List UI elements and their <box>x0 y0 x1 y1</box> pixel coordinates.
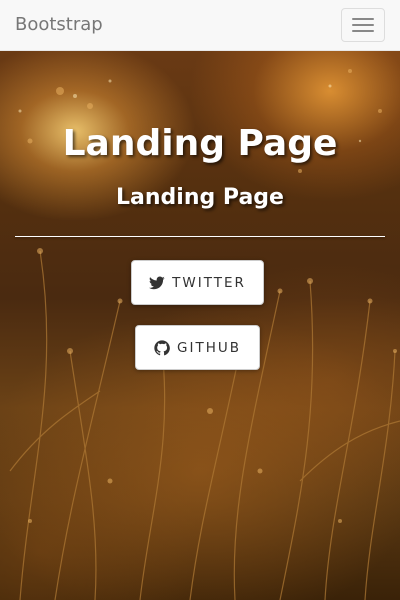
github-button[interactable]: GITHUB <box>135 325 260 370</box>
hamburger-icon <box>352 24 374 26</box>
twitter-button-label: TWITTER <box>172 274 246 291</box>
navbar: Bootstrap <box>0 0 400 51</box>
twitter-icon <box>149 275 165 291</box>
github-button-label: GITHUB <box>177 339 241 356</box>
hero-section: Landing Page Landing Page TWITTER GITHUB <box>0 51 400 600</box>
twitter-button[interactable]: TWITTER <box>131 260 264 305</box>
navbar-toggle-button[interactable] <box>341 8 385 42</box>
page-title: Landing Page <box>62 123 338 164</box>
title-divider <box>15 236 385 237</box>
github-icon <box>154 339 170 356</box>
page-subtitle: Landing Page <box>116 185 284 210</box>
navbar-brand[interactable]: Bootstrap <box>15 0 103 50</box>
hamburger-icon <box>352 18 374 20</box>
hamburger-icon <box>352 30 374 32</box>
